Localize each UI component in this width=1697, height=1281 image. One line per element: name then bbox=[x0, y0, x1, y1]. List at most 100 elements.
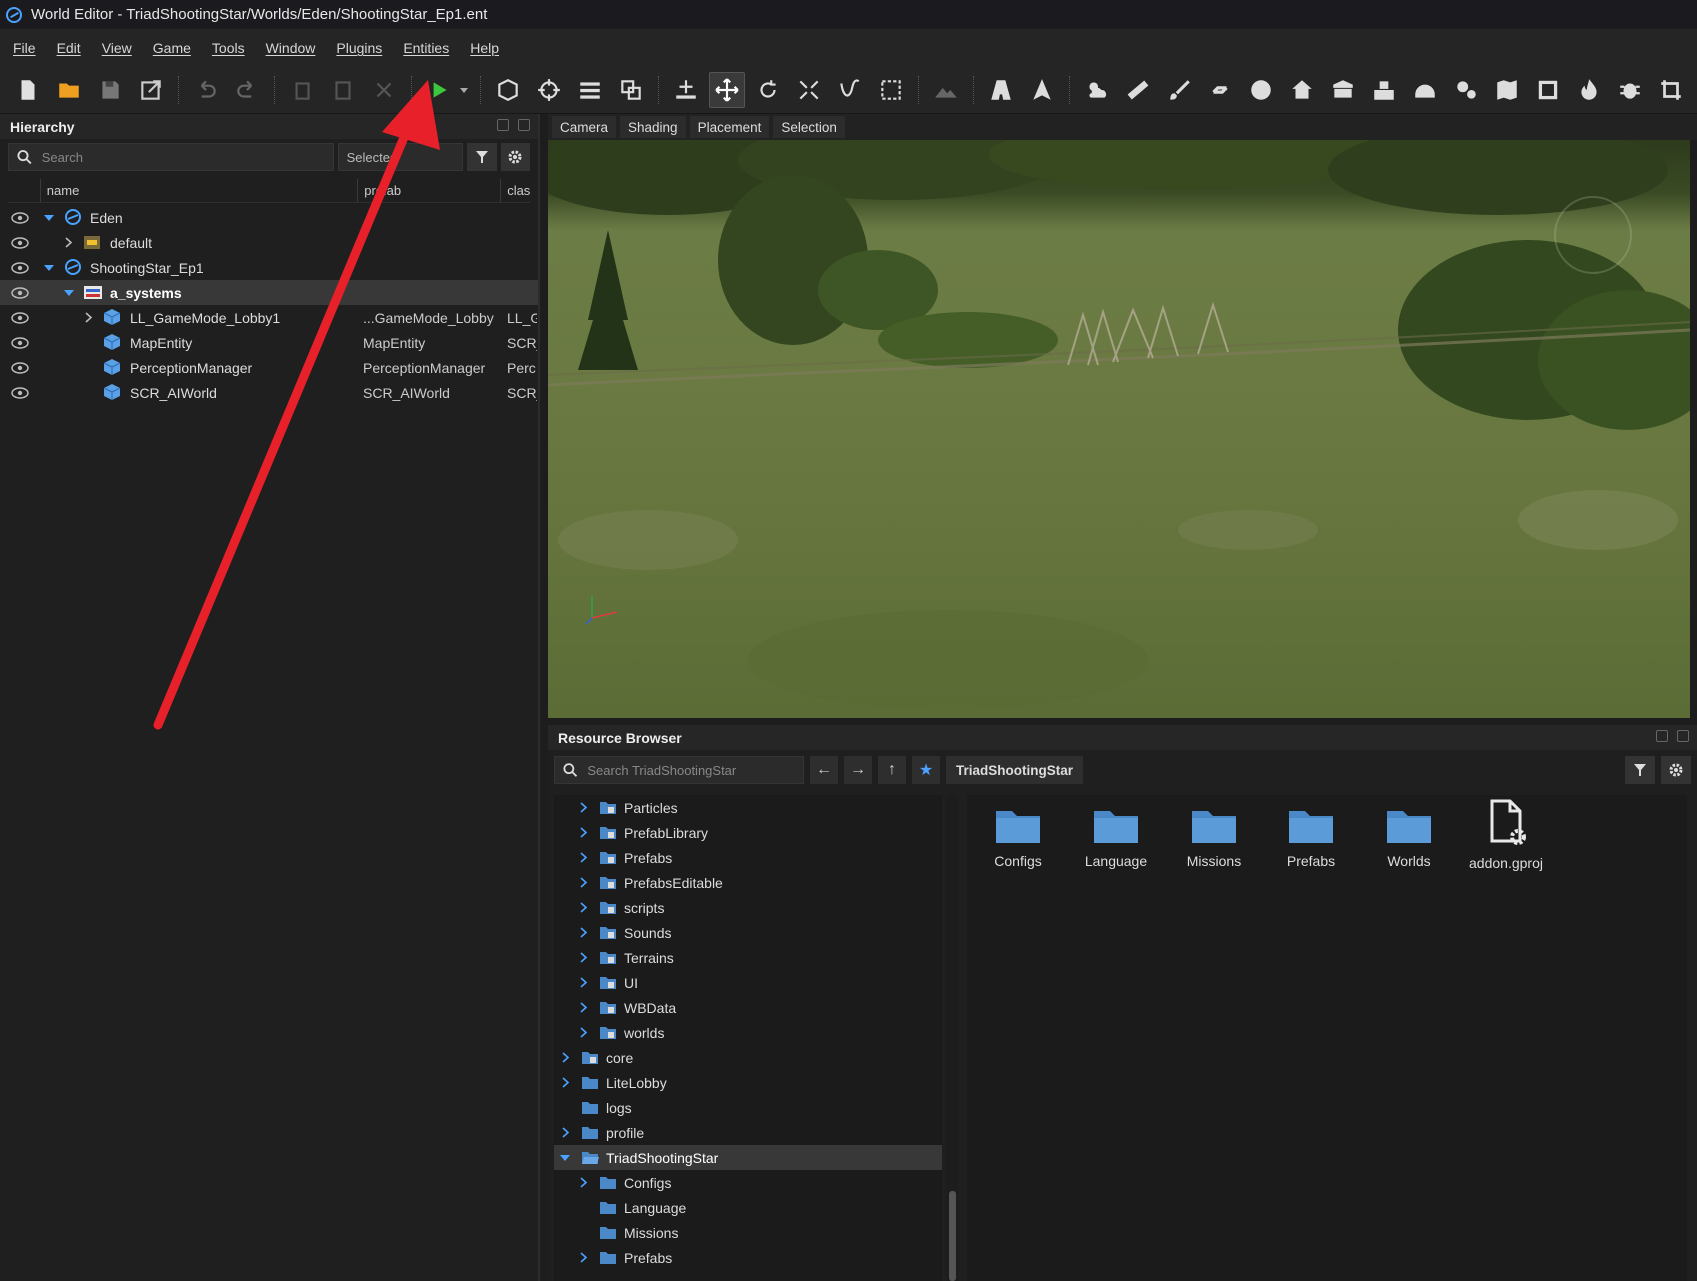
folder-row-prefabs[interactable]: Prefabs bbox=[554, 845, 942, 870]
resource-search-input[interactable] bbox=[554, 756, 804, 784]
folder-row-terrains[interactable]: Terrains bbox=[554, 945, 942, 970]
folder-row-worlds[interactable]: worlds bbox=[554, 1020, 942, 1045]
folder-row-language[interactable]: Language bbox=[554, 1195, 942, 1220]
tab-camera[interactable]: Camera bbox=[552, 116, 617, 138]
close-icon[interactable] bbox=[518, 119, 530, 131]
folder-row-missions[interactable]: Missions bbox=[554, 1220, 942, 1245]
frame-icon[interactable] bbox=[1530, 72, 1566, 108]
menu-window[interactable]: Window bbox=[266, 40, 316, 56]
column-prefab[interactable]: prefab bbox=[357, 179, 500, 202]
cube-icon[interactable] bbox=[490, 72, 526, 108]
copy-icon[interactable] bbox=[284, 72, 320, 108]
ruler-icon[interactable] bbox=[1120, 72, 1156, 108]
folder-row-profile[interactable]: profile bbox=[554, 1120, 942, 1145]
scrollbar-thumb[interactable] bbox=[949, 1191, 956, 1281]
chevron-right-icon[interactable] bbox=[580, 852, 588, 863]
redo-icon[interactable] bbox=[229, 72, 265, 108]
terrain-icon[interactable] bbox=[928, 72, 964, 108]
eye-icon[interactable] bbox=[11, 362, 29, 374]
favorite-star-icon[interactable]: ★ bbox=[912, 756, 940, 784]
resource-search-field[interactable] bbox=[587, 762, 803, 778]
chevron-right-icon[interactable] bbox=[580, 902, 588, 913]
curve-icon[interactable] bbox=[832, 72, 868, 108]
eye-icon[interactable] bbox=[11, 387, 29, 399]
folder-row-sounds[interactable]: Sounds bbox=[554, 920, 942, 945]
fire-icon[interactable] bbox=[1571, 72, 1607, 108]
column-name[interactable]: name bbox=[39, 179, 357, 202]
folder-row-prefabseditable[interactable]: PrefabsEditable bbox=[554, 870, 942, 895]
chevron-right-icon[interactable] bbox=[562, 1127, 570, 1138]
tree-row-mapentity[interactable]: MapEntity MapEntity SCR_ bbox=[0, 330, 538, 355]
settings-icon[interactable] bbox=[1448, 72, 1484, 108]
resource-settings-button[interactable] bbox=[1661, 756, 1691, 784]
folder-row-wbdata[interactable]: WBData bbox=[554, 995, 942, 1020]
chevron-right-icon[interactable] bbox=[580, 977, 588, 988]
select-box-icon[interactable] bbox=[873, 72, 909, 108]
chevron-right-icon[interactable] bbox=[562, 1077, 570, 1088]
folder-row-litelobby[interactable]: LiteLobby bbox=[554, 1070, 942, 1095]
chevron-right-icon[interactable] bbox=[580, 1027, 588, 1038]
hierarchy-search-input[interactable] bbox=[8, 143, 334, 171]
chevron-right-icon[interactable] bbox=[562, 1052, 570, 1063]
chevron-right-icon[interactable] bbox=[580, 827, 588, 838]
tree-row-ll-gamemode-lobby1[interactable]: LL_GameMode_Lobby1 ...GameMode_Lobby LL_… bbox=[0, 305, 538, 330]
undock-icon[interactable] bbox=[1656, 730, 1668, 742]
expand-arrow-icon[interactable] bbox=[44, 264, 54, 272]
navigate-icon[interactable] bbox=[1024, 72, 1060, 108]
chevron-right-icon[interactable] bbox=[580, 1002, 588, 1013]
folder-row-prefablibrary[interactable]: PrefabLibrary bbox=[554, 820, 942, 845]
tree-row-a-systems[interactable]: a_systems bbox=[0, 280, 538, 305]
expand-arrow-icon[interactable] bbox=[44, 214, 54, 222]
menu-edit[interactable]: Edit bbox=[57, 40, 81, 56]
chevron-right-icon[interactable] bbox=[580, 1177, 588, 1188]
hierarchy-settings-button[interactable] bbox=[500, 143, 531, 171]
chevron-right-icon[interactable] bbox=[65, 237, 73, 248]
chevron-right-icon[interactable] bbox=[85, 312, 93, 323]
chevron-right-icon[interactable] bbox=[580, 927, 588, 938]
grid-item-language[interactable]: Language bbox=[1071, 805, 1161, 869]
back-arrow-icon[interactable]: ← bbox=[810, 756, 838, 784]
open-folder-icon[interactable] bbox=[51, 72, 87, 108]
undo-icon[interactable] bbox=[188, 72, 224, 108]
eye-icon[interactable] bbox=[11, 212, 29, 224]
tab-placement[interactable]: Placement bbox=[689, 116, 770, 138]
box-icon[interactable] bbox=[1325, 72, 1361, 108]
grid-item-addon-gproj[interactable]: addon.gproj bbox=[1461, 799, 1551, 871]
close-icon[interactable] bbox=[1677, 730, 1689, 742]
save-icon[interactable] bbox=[92, 72, 128, 108]
menu-help[interactable]: Help bbox=[470, 40, 499, 56]
folder-tree-scrollbar[interactable] bbox=[946, 795, 958, 1281]
selected-filter-dropdown[interactable]: Selected bbox=[337, 143, 464, 171]
snap-icon[interactable] bbox=[613, 72, 649, 108]
eye-icon[interactable] bbox=[11, 237, 29, 249]
play-options-icon[interactable] bbox=[457, 72, 471, 108]
place-icon[interactable] bbox=[668, 72, 704, 108]
menu-view[interactable]: View bbox=[102, 40, 132, 56]
undock-icon[interactable] bbox=[497, 119, 509, 131]
tree-row-perceptionmanager[interactable]: PerceptionManager PerceptionManager Perc bbox=[0, 355, 538, 380]
map-icon[interactable] bbox=[1489, 72, 1525, 108]
chevron-right-icon[interactable] bbox=[580, 1252, 588, 1263]
export-icon[interactable] bbox=[133, 72, 169, 108]
expand-arrow-icon[interactable] bbox=[560, 1154, 570, 1162]
forward-arrow-icon[interactable]: → bbox=[844, 756, 872, 784]
link-icon[interactable] bbox=[1202, 72, 1238, 108]
tree-row-default[interactable]: default bbox=[0, 230, 538, 255]
paste-icon[interactable] bbox=[325, 72, 361, 108]
folder-row-core[interactable]: core bbox=[554, 1045, 942, 1070]
menu-entities[interactable]: Entities bbox=[403, 40, 449, 56]
grid-item-prefabs[interactable]: Prefabs bbox=[1266, 805, 1356, 869]
folder-row-logs[interactable]: logs bbox=[554, 1095, 942, 1120]
house-icon[interactable] bbox=[1284, 72, 1320, 108]
eye-icon[interactable] bbox=[11, 337, 29, 349]
filter-button[interactable] bbox=[467, 143, 497, 171]
expand-arrow-icon[interactable] bbox=[64, 289, 74, 297]
breadcrumb[interactable]: TriadShootingStar bbox=[946, 756, 1084, 784]
rotate-icon[interactable] bbox=[750, 72, 786, 108]
scene-viewport[interactable] bbox=[548, 140, 1690, 718]
tab-shading[interactable]: Shading bbox=[620, 116, 686, 138]
menu-plugins[interactable]: Plugins bbox=[336, 40, 382, 56]
eye-icon[interactable] bbox=[11, 262, 29, 274]
filter-button[interactable] bbox=[1625, 756, 1655, 784]
grid-item-missions[interactable]: Missions bbox=[1169, 805, 1259, 869]
